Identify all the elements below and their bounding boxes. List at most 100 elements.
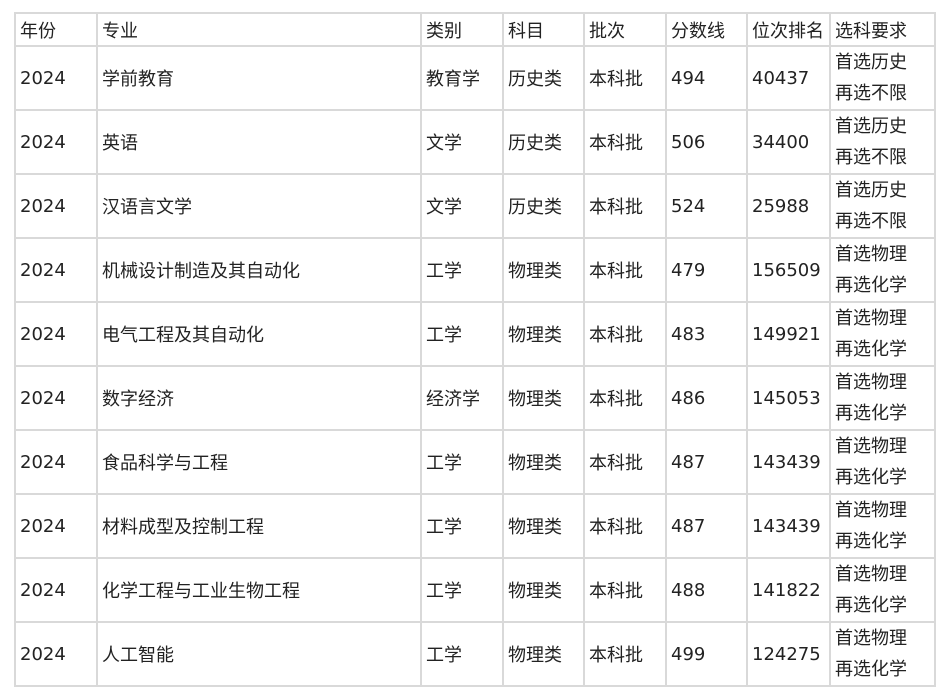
- cell-major: 食品科学与工程: [96, 429, 422, 495]
- requirement-first-choice: 首选历史: [835, 180, 907, 201]
- cell-year: 2024: [14, 109, 98, 175]
- table-row: 2024 数字经济 经济学 物理类 本科批 486 145053 首选物理 再选化学: [14, 365, 936, 431]
- cell-score: 487: [665, 493, 748, 559]
- cell-score: 487: [665, 429, 748, 495]
- requirement-first-choice: 首选物理: [835, 244, 907, 265]
- cell-requirement: 首选历史 再选不限: [829, 173, 936, 239]
- cell-requirement: 首选物理 再选化学: [829, 621, 936, 687]
- cell-rank: 149921: [746, 301, 831, 367]
- requirement-first-choice: 首选物理: [835, 436, 907, 457]
- header-score: 分数线: [665, 12, 748, 47]
- requirement-first-choice: 首选历史: [835, 116, 907, 137]
- cell-category: 工学: [420, 237, 504, 303]
- cell-year: 2024: [14, 493, 98, 559]
- cell-requirement: 首选历史 再选不限: [829, 109, 936, 175]
- cell-subject: 物理类: [502, 621, 585, 687]
- table-row: 2024 食品科学与工程 工学 物理类 本科批 487 143439 首选物理再选化学: [14, 429, 936, 495]
- header-batch: 批次: [583, 12, 667, 47]
- cell-category: 工学: [420, 429, 504, 495]
- requirement-first-choice: 首选物理: [835, 500, 907, 521]
- cell-requirement: 首选物理 再选化学: [829, 557, 936, 623]
- cell-score: 506: [665, 109, 748, 175]
- cell-category: 工学: [420, 621, 504, 687]
- cell-major: 材料成型及控制工程: [96, 493, 422, 559]
- table-row: 2024 人工智能 工学 物理类 本科批 499 124275 首选物理再选化学: [14, 621, 936, 687]
- cell-category: 经济学: [420, 365, 504, 431]
- requirement-second-choice: 再选化学: [835, 403, 907, 424]
- header-row: 年份 专业 类别 科目 批次 分数线 位次排名 选科要求: [14, 12, 936, 47]
- header-major: 专业: [96, 12, 422, 47]
- cell-major: 机械设计制造及其自动化: [96, 237, 422, 303]
- requirement-second-choice: 再选化学: [835, 659, 907, 680]
- cell-batch: 本科批: [583, 237, 667, 303]
- cell-subject: 物理类: [502, 301, 585, 367]
- header-year: 年份: [14, 12, 98, 47]
- cell-subject: 历史类: [502, 173, 585, 239]
- cell-major: 电气工程及其自动化: [96, 301, 422, 367]
- cell-rank: 145053: [746, 365, 831, 431]
- cell-year: 2024: [14, 173, 98, 239]
- requirement-second-choice: 再选化学: [835, 531, 907, 552]
- cell-rank: 143439: [746, 429, 831, 495]
- cell-rank: 124275: [746, 621, 831, 687]
- cell-requirement: 首选物理 再选化学: [829, 301, 936, 367]
- cell-requirement: 首选物理 再选化学: [829, 237, 936, 303]
- cell-rank: 156509: [746, 237, 831, 303]
- cell-requirement: 首选物理 再选化学: [829, 365, 936, 431]
- header-category: 类别: [420, 12, 504, 47]
- cell-rank: 34400: [746, 109, 831, 175]
- cell-batch: 本科批: [583, 621, 667, 687]
- table-container: 年份 专业 类别 科目 批次 分数线 位次排名 选科要求 2024 学前教育 教育学…: [14, 12, 936, 687]
- table-row: 2024 材料成型及控制工程 工学 物理类 本科批 487 143439 首选物理 再选化学: [14, 493, 936, 559]
- cell-subject: 物理类: [502, 237, 585, 303]
- cell-score: 494: [665, 45, 748, 111]
- cell-rank: 141822: [746, 557, 831, 623]
- requirement-first-choice: 首选历史: [835, 52, 907, 73]
- requirement-first-choice: 首选物理: [835, 564, 907, 585]
- cell-subject: 物理类: [502, 429, 585, 495]
- cell-major: 英语: [96, 109, 422, 175]
- table-row: 2024 学前教育 教育学 历史类 本科批 494 40437 首选历史 再选不限: [14, 45, 936, 111]
- cell-category: 文学: [420, 173, 504, 239]
- cell-requirement: 首选物理 再选化学: [829, 429, 936, 495]
- header-subject: 科目: [502, 12, 585, 47]
- table-row: 2024 汉语言文学 文学 历史类 本科批 524 25988 首选历史 再选不限: [14, 173, 936, 239]
- cell-batch: 本科批: [583, 173, 667, 239]
- cell-category: 工学: [420, 493, 504, 559]
- cell-batch: 本科批: [583, 429, 667, 495]
- cell-category: 工学: [420, 557, 504, 623]
- requirement-second-choice: 再选化学: [835, 467, 907, 488]
- cell-rank: 40437: [746, 45, 831, 111]
- cell-category: 工学: [420, 301, 504, 367]
- cell-subject: 物理类: [502, 493, 585, 559]
- requirement-second-choice: 再选化学: [835, 595, 907, 616]
- cell-year: 2024: [14, 45, 98, 111]
- table-row: 2024 机械设计制造及其自动化 工学 物理类 本科批 479 156509 首选物理 再选化学: [14, 237, 936, 303]
- cell-batch: 本科批: [583, 109, 667, 175]
- cell-batch: 本科批: [583, 493, 667, 559]
- requirement-second-choice: 再选不限: [835, 83, 907, 104]
- cell-year: 2024: [14, 301, 98, 367]
- table-row: 2024 电气工程及其自动化 工学 物理类 本科批 483 149921 首选物理 再选化学: [14, 301, 936, 367]
- cell-score: 488: [665, 557, 748, 623]
- admission-score-table: 年份 专业 类别 科目 批次 分数线 位次排名 选科要求 2024 学前教育 教育学…: [14, 12, 936, 687]
- table-row: 2024 英语 文学 历史类 本科批 506 34400 首选历史 再选不限: [14, 109, 936, 175]
- cell-score: 483: [665, 301, 748, 367]
- cell-major: 人工智能: [96, 621, 422, 687]
- table-row: 2024 化学工程与工业生物工程 工学 物理类 本科批 488 141822 首选物理 再选化学: [14, 557, 936, 623]
- cell-score: 499: [665, 621, 748, 687]
- requirement-second-choice: 再选化学: [835, 275, 907, 296]
- cell-year: 2024: [14, 365, 98, 431]
- cell-year: 2024: [14, 429, 98, 495]
- requirement-first-choice: 首选物理: [835, 372, 907, 393]
- table-body: 2024 学前教育 教育学 历史类 本科批 494 40437 首选历史 再选不限 2024 英语文…: [14, 45, 936, 687]
- cell-batch: 本科批: [583, 301, 667, 367]
- cell-category: 教育学: [420, 45, 504, 111]
- cell-major: 数字经济: [96, 365, 422, 431]
- cell-subject: 物理类: [502, 557, 585, 623]
- cell-major: 汉语言文学: [96, 173, 422, 239]
- requirement-second-choice: 再选不限: [835, 147, 907, 168]
- cell-year: 2024: [14, 621, 98, 687]
- requirement-first-choice: 首选物理: [835, 628, 907, 649]
- cell-batch: 本科批: [583, 45, 667, 111]
